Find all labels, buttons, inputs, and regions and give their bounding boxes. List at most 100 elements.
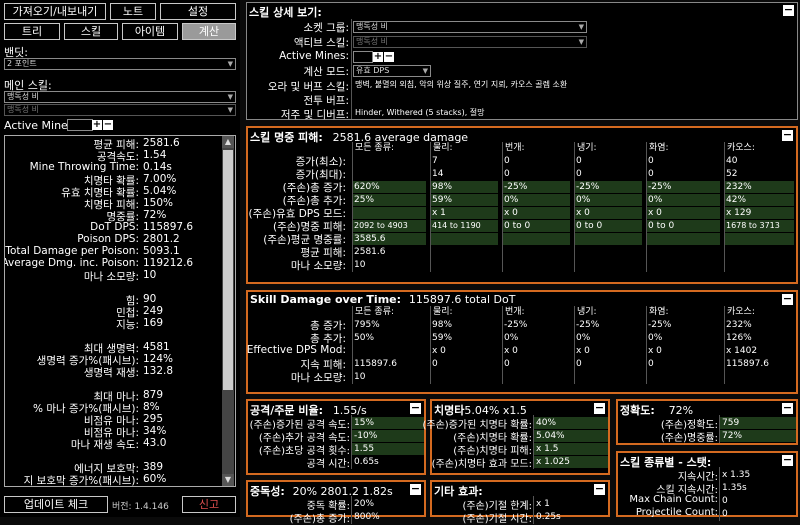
table-cell: 0 xyxy=(504,156,510,166)
table-cell: 2092 to 4903 xyxy=(352,220,426,232)
notes-button[interactable]: 노트 xyxy=(110,3,156,20)
chevron-down-icon: ▼ xyxy=(227,106,233,114)
skill-detail-title: 스킬 상세 보기: xyxy=(249,6,322,19)
stat-value: 1.54 xyxy=(143,149,167,161)
skill-detail-panel: 스킬 상세 보기: − 소켓 그룹: 맹독성 비 ▼ 액티브 스킬: 맹독성 비 ▼… xyxy=(246,2,798,121)
stat-value: 60% xyxy=(143,473,167,485)
report-button[interactable]: 신고 xyxy=(182,496,236,513)
attack-rate-panel: 공격/주문 비율: 1.55/s − (주손)증가된 공격 속도: 15% (주손)… xyxy=(246,399,426,475)
sub-skill-dropdown[interactable]: 맹독성 비 ▼ xyxy=(4,104,236,116)
collapse-icon[interactable]: − xyxy=(410,402,421,414)
row-value: 759 xyxy=(720,417,796,429)
stat-label: Average Dmg. inc. Poison: xyxy=(4,257,139,269)
plus-icon[interactable]: + xyxy=(92,120,102,130)
scroll-down-icon[interactable]: ▼ xyxy=(222,474,234,486)
row-value: 800% xyxy=(354,512,380,522)
table-cell: 414 to 1190 xyxy=(430,220,498,232)
table-cell: 0 xyxy=(432,359,438,369)
tab-items[interactable]: 아이템 xyxy=(122,23,178,40)
minus-icon[interactable]: − xyxy=(103,120,113,130)
stat-value: 249 xyxy=(143,305,164,317)
table-cell xyxy=(574,371,642,383)
active-mines-input[interactable] xyxy=(353,51,373,63)
socket-group-dropdown[interactable]: 맹독성 비 ▼ xyxy=(353,21,587,33)
tab-calcs[interactable]: 계산 xyxy=(182,23,236,40)
row-value: x 1.5 xyxy=(534,443,608,455)
column-divider xyxy=(724,306,725,384)
row-label: 마나 소모량: xyxy=(290,372,346,384)
table-cell xyxy=(352,345,426,357)
column-header: 냉기: xyxy=(574,306,644,318)
stat-label: Total Damage per Poison: xyxy=(5,245,139,257)
stat-row: 치명타 확률: 7.00% xyxy=(5,173,225,187)
stat-value: 72% xyxy=(143,209,167,221)
calc-mode-dropdown[interactable]: 유효 DPS ▼ xyxy=(353,65,431,77)
collapse-icon[interactable]: − xyxy=(782,454,793,466)
curse-label: 저주 및 디버프: xyxy=(280,109,349,121)
tab-skills[interactable]: 스킬 xyxy=(64,23,118,40)
table-cell: 0 xyxy=(504,169,510,179)
stat-row: 지능: 169 xyxy=(5,317,225,331)
column-divider xyxy=(430,306,431,384)
collapse-icon[interactable]: − xyxy=(782,293,793,305)
table-cell xyxy=(502,259,570,271)
table-cell: 0% xyxy=(574,194,642,206)
stat-row: Poison DPS: 2801.2 xyxy=(5,233,225,245)
stats-scrollbar[interactable]: ▲ ▼ xyxy=(222,136,234,486)
column-divider xyxy=(646,142,647,272)
table-cell: -25% xyxy=(646,181,720,193)
table-cell: -25% xyxy=(648,320,672,330)
combat-buff-label: 전투 버프: xyxy=(303,95,349,107)
row-value: 5.04% xyxy=(534,430,608,442)
collapse-icon[interactable]: − xyxy=(782,129,793,141)
active-skill-dropdown[interactable]: 맹독성 비 ▼ xyxy=(353,36,587,48)
chevron-down-icon: ▼ xyxy=(578,38,584,46)
poison-panel: 중독성: 20% 2801.2 1.82s − 중독 확률: 20% (주손)총 증… xyxy=(246,480,426,525)
import-export-button[interactable]: 가져오기/내보내기 xyxy=(4,3,106,20)
stat-row: % 마나 증가%(패시브): 8% xyxy=(5,401,225,415)
update-check-button[interactable]: 업데이트 체크 xyxy=(4,496,108,513)
minus-icon[interactable]: − xyxy=(384,52,394,62)
row-value: 0.25s xyxy=(536,512,561,522)
row-value: 20% xyxy=(354,499,375,509)
collapse-icon[interactable]: − xyxy=(594,483,605,495)
bandit-dropdown[interactable]: 2 포인트 ▼ xyxy=(4,58,236,70)
table-cell: -25% xyxy=(574,181,642,193)
stat-row xyxy=(5,377,225,389)
chevron-down-icon: ▼ xyxy=(227,60,233,68)
table-cell: -25% xyxy=(576,320,600,330)
collapse-icon[interactable]: − xyxy=(594,402,605,414)
table-cell: 795% xyxy=(354,320,380,330)
table-cell: 0 to 0 xyxy=(502,220,570,232)
main-skill-dropdown[interactable]: 맹독성 비 ▼ xyxy=(4,91,236,103)
collapse-icon[interactable]: − xyxy=(783,4,794,16)
table-cell xyxy=(724,246,794,258)
table-cell: 0% xyxy=(504,333,519,343)
stat-row: 회피: 8224 xyxy=(5,485,225,486)
misc-panel: 기타 효과: − (주손)기절 한계: x 1 (주손)기절 시간: 0.25s xyxy=(430,480,610,525)
stat-row xyxy=(5,449,225,461)
stat-value: 0.14s xyxy=(143,161,172,173)
scrollbar-thumb[interactable] xyxy=(223,150,233,390)
column-header: 카오스: xyxy=(724,306,796,318)
tab-tree[interactable]: 트리 xyxy=(4,23,60,40)
collapse-icon[interactable]: − xyxy=(410,483,421,495)
table-cell: 0 xyxy=(648,359,654,369)
settings-button[interactable]: 설정 xyxy=(160,3,236,20)
stat-value: 2581.6 xyxy=(143,137,180,149)
table-cell: 0% xyxy=(648,333,663,343)
calc-mode-value: 유효 DPS xyxy=(356,66,390,75)
active-skill-value: 맹독성 비 xyxy=(356,37,388,46)
table-cell: x 0 xyxy=(646,207,720,219)
active-mines-input[interactable] xyxy=(67,119,93,131)
left-panel: 가져오기/내보내기 노트 설정 트리 스킬 아이템 계산 밴딧: 2 포인트 ▼ … xyxy=(0,0,240,517)
stat-row: 명중률: 72% xyxy=(5,209,225,223)
table-cell: 40 xyxy=(726,156,738,166)
stat-value: 43.0 xyxy=(143,437,167,449)
plus-icon[interactable]: + xyxy=(373,52,383,62)
skill-type-panel: 스킬 종류별 - 스탯: − 지속시간: x 1.35 스킬 지속시간: 1.35s M… xyxy=(616,451,798,521)
stat-value: 169 xyxy=(143,317,164,329)
collapse-icon[interactable]: − xyxy=(782,402,793,414)
scroll-up-icon[interactable]: ▲ xyxy=(222,136,234,148)
row-value: x 1 xyxy=(536,499,550,509)
